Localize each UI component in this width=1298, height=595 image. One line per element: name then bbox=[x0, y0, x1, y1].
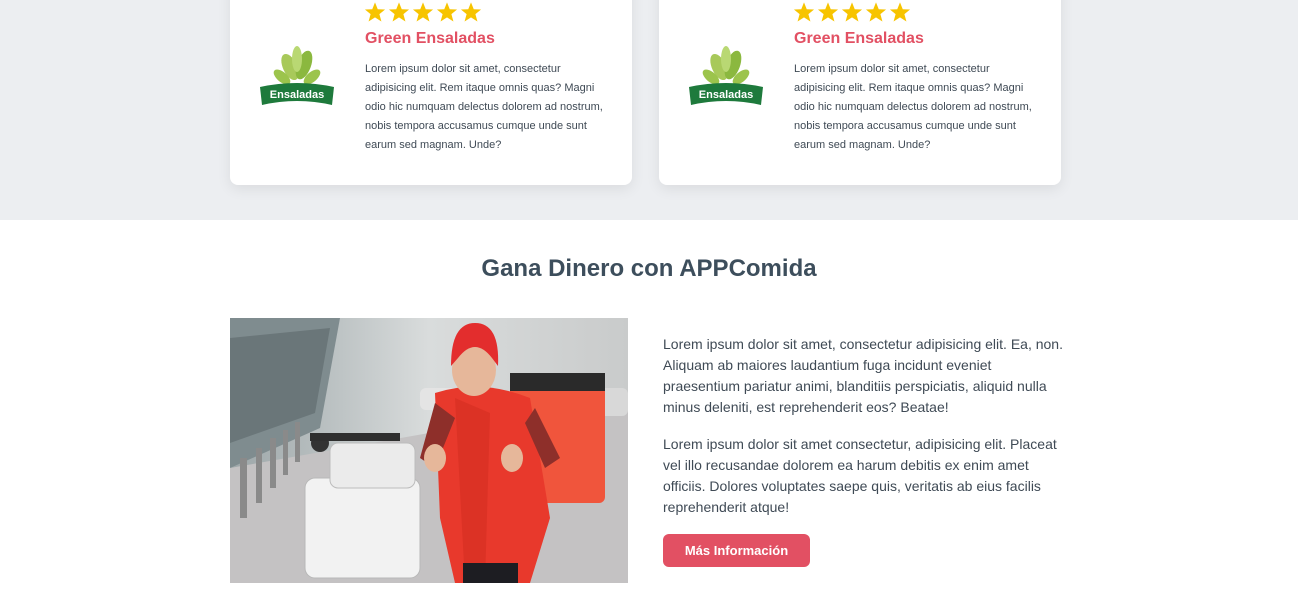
rating-stars bbox=[793, 1, 911, 23]
section-title: Gana Dinero con APPComida bbox=[481, 255, 817, 282]
ensaladas-logo: Ensaladas bbox=[260, 46, 334, 105]
review-name: Green Ensaladas bbox=[365, 30, 495, 47]
earn-paragraph: Lorem ipsum dolor sit amet consectetur, … bbox=[663, 436, 1057, 515]
star-icon bbox=[364, 2, 386, 22]
star-icon bbox=[865, 2, 887, 22]
star-icon bbox=[793, 2, 815, 22]
delivery-courier-photo bbox=[230, 318, 628, 583]
svg-text:Ensaladas: Ensaladas bbox=[270, 89, 324, 101]
review-card: Ensaladas Green Ensaladas Lorem ipsum do… bbox=[230, 0, 632, 185]
star-icon bbox=[841, 2, 863, 22]
star-icon bbox=[388, 2, 410, 22]
star-icon bbox=[817, 2, 839, 22]
review-text: Lorem ipsum dolor sit amet, consectetur … bbox=[365, 63, 603, 151]
ensaladas-logo: Ensaladas bbox=[689, 46, 763, 105]
more-info-button[interactable]: Más Información bbox=[663, 534, 810, 567]
reviews-section: Ensaladas Green Ensaladas Lorem ipsum do… bbox=[0, 0, 1298, 220]
rating-stars bbox=[364, 1, 482, 23]
review-name: Green Ensaladas bbox=[794, 30, 924, 47]
star-icon bbox=[412, 2, 434, 22]
star-icon bbox=[436, 2, 458, 22]
star-icon bbox=[460, 2, 482, 22]
review-card: Ensaladas Green Ensaladas Lorem ipsum do… bbox=[659, 0, 1061, 185]
svg-text:Ensaladas: Ensaladas bbox=[699, 89, 753, 101]
review-text: Lorem ipsum dolor sit amet, consectetur … bbox=[794, 63, 1032, 151]
earn-paragraph: Lorem ipsum dolor sit amet, consectetur … bbox=[663, 336, 1063, 415]
star-icon bbox=[889, 2, 911, 22]
